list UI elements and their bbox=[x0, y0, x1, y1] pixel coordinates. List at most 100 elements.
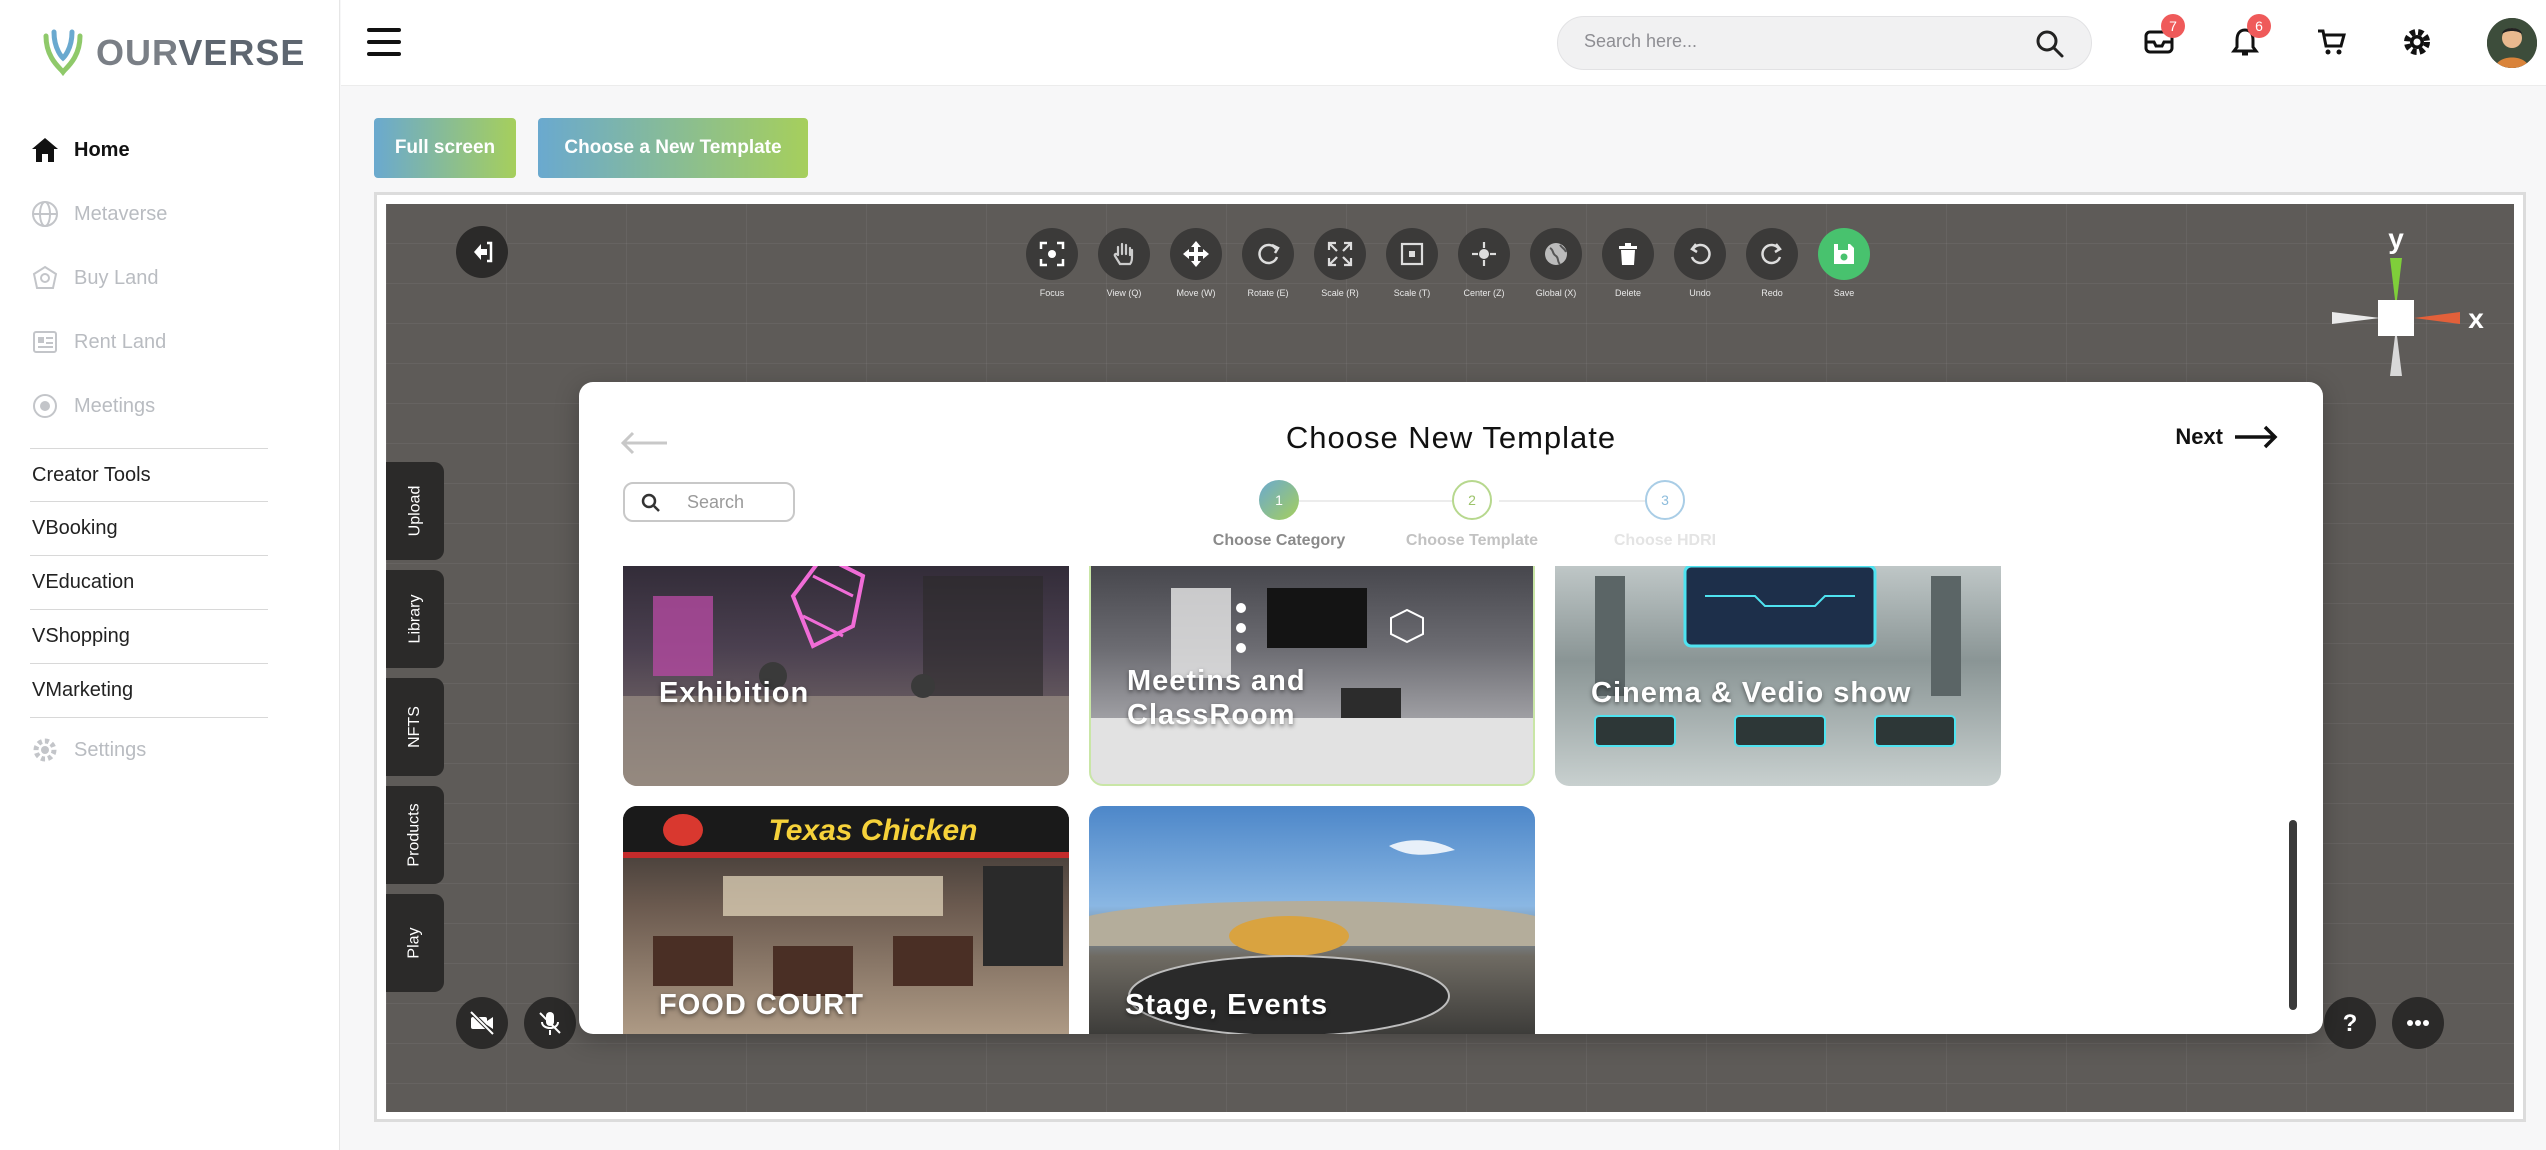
redo-tool[interactable]: Redo bbox=[1746, 228, 1798, 298]
sidebar-item-metaverse[interactable]: Metaverse bbox=[30, 182, 268, 246]
step-template[interactable]: 2 Choose Template bbox=[1372, 480, 1572, 550]
mic-off-button[interactable] bbox=[524, 997, 576, 1049]
step-hdri[interactable]: 3 Choose HDRI bbox=[1565, 480, 1765, 550]
sidebar-item-label: Buy Land bbox=[74, 266, 159, 289]
sidebar-item-settings[interactable]: Settings bbox=[30, 718, 268, 782]
land-icon bbox=[30, 263, 60, 293]
rotate-tool[interactable]: Rotate (E) bbox=[1242, 228, 1294, 298]
undo-icon bbox=[1690, 243, 1711, 265]
top-header: 7 6 bbox=[341, 0, 2546, 86]
sidebar-item-vbooking[interactable]: VBooking bbox=[30, 502, 268, 556]
next-button[interactable]: Next bbox=[2175, 424, 2279, 450]
sidebar-item-veducation[interactable]: VEducation bbox=[30, 556, 268, 610]
rent-icon bbox=[30, 327, 60, 357]
tab-nfts[interactable]: NFTS bbox=[386, 678, 444, 776]
choose-template-modal: Choose New Template Next 1 Choose Catego… bbox=[579, 382, 2323, 1034]
axis-gizmo[interactable]: y x bbox=[2306, 216, 2486, 416]
template-search-input[interactable] bbox=[687, 492, 787, 513]
settings-button[interactable] bbox=[2395, 20, 2439, 64]
template-search bbox=[623, 482, 795, 522]
global-search bbox=[1557, 16, 2092, 70]
tab-play[interactable]: Play bbox=[386, 894, 444, 992]
rotate-icon bbox=[1258, 243, 1280, 265]
template-grid: Exhibition Meetins and ClassRoom Cinema … bbox=[623, 566, 2003, 1034]
meetings-icon bbox=[30, 391, 60, 421]
template-card-exhibition[interactable]: Exhibition bbox=[623, 566, 1069, 786]
move-icon bbox=[1183, 241, 1209, 267]
undo-tool[interactable]: Undo bbox=[1674, 228, 1726, 298]
notifications-button[interactable]: 6 bbox=[2223, 14, 2271, 64]
sidebar-item-vmarketing[interactable]: VMarketing bbox=[30, 664, 268, 718]
x-axis-cone[interactable] bbox=[2414, 312, 2460, 324]
gear-icon bbox=[30, 735, 60, 765]
sidebar-item-home[interactable]: Home bbox=[30, 118, 268, 182]
template-card-food-court[interactable]: Texas Chicken FOOD COURT bbox=[623, 806, 1069, 1034]
tool-label: Focus bbox=[1039, 288, 1065, 298]
tab-products[interactable]: Products bbox=[386, 786, 444, 884]
search-icon bbox=[641, 493, 660, 512]
x-axis-label: x bbox=[2468, 303, 2484, 334]
tab-label: Upload bbox=[405, 485, 423, 537]
tab-library[interactable]: Library bbox=[386, 570, 444, 668]
step-label: Choose HDRI bbox=[1613, 532, 1717, 549]
gizmo-center-cube[interactable] bbox=[2378, 300, 2414, 336]
y-axis-label: y bbox=[2388, 223, 2404, 254]
scale-box-tool[interactable]: Scale (T) bbox=[1386, 228, 1438, 298]
template-card-label: Exhibition bbox=[659, 677, 810, 709]
messages-button[interactable]: 7 bbox=[2137, 14, 2185, 64]
avatar[interactable] bbox=[2487, 18, 2537, 68]
step-label: Choose Category bbox=[1212, 532, 1346, 549]
sidebar-item-meetings[interactable]: Meetings bbox=[30, 374, 268, 438]
side-panel-tabs: Upload Library NFTS Products Play bbox=[386, 462, 444, 1002]
tool-label: Save bbox=[1833, 288, 1855, 298]
search-icon[interactable] bbox=[2035, 29, 2065, 59]
sidebar-item-buy-land[interactable]: Buy Land bbox=[30, 246, 268, 310]
sidebar-item-rent-land[interactable]: Rent Land bbox=[30, 310, 268, 374]
exit-editor-button[interactable] bbox=[456, 226, 508, 278]
template-card-meetings[interactable]: Meetins and ClassRoom bbox=[1089, 566, 1535, 786]
cart-button[interactable] bbox=[2309, 20, 2353, 64]
scale-icon bbox=[1327, 241, 1353, 267]
brand-logo[interactable]: OURVERSE bbox=[40, 28, 305, 78]
help-button[interactable]: ? bbox=[2324, 997, 2376, 1049]
shop-sign: Texas Chicken bbox=[769, 814, 978, 847]
step-number: 3 bbox=[1645, 480, 1685, 520]
neg-x-axis-cone[interactable] bbox=[2332, 312, 2380, 324]
arrow-right-icon bbox=[2235, 425, 2278, 449]
more-options-button[interactable] bbox=[2392, 997, 2444, 1049]
template-card-cinema[interactable]: Cinema & Vedio show bbox=[1555, 566, 2001, 786]
sidebar-item-vshopping[interactable]: VShopping bbox=[30, 610, 268, 664]
modal-scrollbar[interactable] bbox=[2289, 820, 2297, 1010]
gear-icon bbox=[2404, 29, 2430, 55]
scale-tool[interactable]: Scale (R) bbox=[1314, 228, 1366, 298]
fullscreen-button[interactable]: Full screen bbox=[374, 118, 516, 178]
global-tool[interactable]: Global (X) bbox=[1530, 228, 1582, 298]
sidebar-item-label: Meetings bbox=[74, 394, 156, 417]
tool-label: Rotate (E) bbox=[1247, 288, 1289, 298]
save-tool[interactable]: Save bbox=[1818, 228, 1870, 298]
camera-off-button[interactable] bbox=[456, 997, 508, 1049]
view-tool[interactable]: View (Q) bbox=[1098, 228, 1150, 298]
step-category[interactable]: 1 Choose Category bbox=[1179, 480, 1379, 550]
menu-toggle-icon[interactable] bbox=[367, 28, 401, 56]
template-card-label: Stage, Events bbox=[1125, 989, 1329, 1021]
search-input[interactable] bbox=[1584, 31, 2014, 52]
focus-tool[interactable]: Focus bbox=[1026, 228, 1078, 298]
tab-label: Play bbox=[406, 927, 423, 959]
next-label: Next bbox=[2175, 424, 2223, 449]
sidebar-item-label: VMarketing bbox=[32, 679, 134, 701]
move-tool[interactable]: Move (W) bbox=[1170, 228, 1222, 298]
center-icon bbox=[1472, 242, 1496, 266]
tab-label: Library bbox=[406, 594, 423, 644]
tool-label: Center (Z) bbox=[1463, 288, 1505, 298]
center-tool[interactable]: Center (Z) bbox=[1458, 228, 1510, 298]
sidebar-item-creator-tools[interactable]: Creator Tools bbox=[30, 448, 268, 502]
choose-template-button[interactable]: Choose a New Template bbox=[538, 118, 808, 178]
camera-off-icon bbox=[469, 1010, 495, 1036]
tab-upload[interactable]: Upload bbox=[386, 462, 444, 560]
template-card-stage[interactable]: Stage, Events bbox=[1089, 806, 1535, 1034]
sidebar-item-label: VEducation bbox=[32, 571, 135, 593]
delete-tool[interactable]: Delete bbox=[1602, 228, 1654, 298]
tool-label: Global (X) bbox=[1535, 288, 1577, 298]
trash-icon bbox=[1619, 243, 1637, 265]
